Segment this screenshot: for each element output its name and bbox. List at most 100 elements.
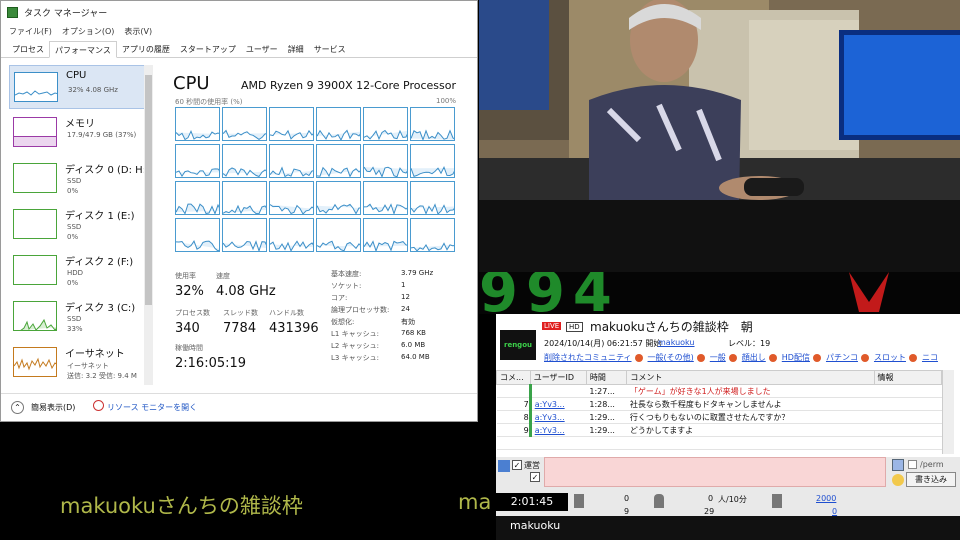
comment-info: 運 <box>874 384 942 398</box>
visitor-count: 0 <box>708 494 714 503</box>
logical-processor-graph <box>410 144 455 178</box>
resource-scrollbar[interactable] <box>144 65 153 385</box>
category-tag[interactable]: パチンコ <box>826 353 858 362</box>
tab-performance[interactable]: パフォーマンス <box>49 41 117 58</box>
menu-file[interactable]: ファイル(F) <box>9 26 52 37</box>
logical-processor-graph <box>363 181 408 215</box>
post-button[interactable]: 書き込み <box>906 472 956 487</box>
comment-info <box>874 410 942 424</box>
tab-users[interactable]: ユーザー <box>241 41 283 58</box>
empty-cell <box>586 436 627 450</box>
fewer-details-link[interactable]: 簡易表示(D) <box>31 402 75 413</box>
overlay-title: makuokuさんちの雑談枠 <box>60 494 303 518</box>
comment-number <box>496 384 531 398</box>
tag-remove-icon[interactable] <box>812 353 821 362</box>
thread-count-label: スレッド数 <box>223 309 258 317</box>
spec-label: 基本速度: <box>331 270 362 278</box>
title-bar: タスク マネージャー <box>1 1 477 23</box>
category-tag[interactable]: スロット <box>874 353 906 362</box>
tab-services[interactable]: サービス <box>309 41 351 58</box>
comment-row[interactable]: 7 a:Yv3... 1:28... 社長なら数千程度もドタキャンしませんよ <box>496 397 942 411</box>
comment-input[interactable] <box>544 457 886 487</box>
menu-options[interactable]: オプション(O) <box>62 26 115 37</box>
resource-disk3[interactable]: ディスク 3 (C:) SSD 33% <box>9 295 149 339</box>
memory-sparkline <box>13 117 57 147</box>
resource-detail: 17.9/47.9 GB (37%) <box>67 131 137 139</box>
comment-scrollbar[interactable] <box>942 370 954 454</box>
spec-value: 1 <box>401 281 406 289</box>
viewer-icon <box>654 494 664 508</box>
tag-remove-icon[interactable] <box>634 353 643 362</box>
comment-number: 8 <box>496 410 531 424</box>
speed-label: 速度 <box>216 272 230 280</box>
anonymous-checkbox[interactable]: ✓ <box>530 472 540 482</box>
logical-processor-graph <box>222 107 267 141</box>
col-time[interactable]: 時間 <box>585 370 628 385</box>
count-b: 9 <box>624 507 630 516</box>
list-icon[interactable] <box>498 460 510 472</box>
resource-cpu[interactable]: CPU 32% 4.08 GHz <box>9 65 149 109</box>
spec-value: 6.0 MB <box>401 341 426 349</box>
tag-remove-icon[interactable] <box>728 353 737 362</box>
tag-remove-icon[interactable] <box>860 353 869 362</box>
pencil-icon[interactable] <box>892 459 904 471</box>
spec-label: L1 キャッシュ: <box>331 330 379 338</box>
category-tag[interactable]: 削除されたコミュニティ <box>544 353 632 362</box>
process-count-label: プロセス数 <box>175 309 210 317</box>
comment-time: 1:27... <box>586 384 627 398</box>
col-info[interactable]: 情報 <box>873 370 943 385</box>
category-tag[interactable]: ニコ <box>922 353 938 362</box>
comment-row[interactable]: 1:27... 「ゲーム」が好きな1人が来場しました運 <box>496 384 942 398</box>
resource-memory[interactable]: メモリ 17.9/47.9 GB (37%) <box>9 111 149 155</box>
tab-processes[interactable]: プロセス <box>7 41 49 58</box>
logical-processor-grid <box>175 107 457 255</box>
logical-processor-graph <box>222 181 267 215</box>
resource-disk0[interactable]: ディスク 0 (D: H:) SSD 0% <box>9 157 150 201</box>
comment-text: どうかしてますよ <box>626 423 875 437</box>
resource-name: ディスク 1 (E:) <box>65 211 135 222</box>
empty-cell <box>530 436 587 450</box>
open-resource-monitor-link[interactable]: リソース モニターを開く <box>107 402 197 413</box>
category-tag[interactable]: 一般 <box>710 353 726 362</box>
col-comment[interactable]: コメント <box>626 370 875 385</box>
tab-startup[interactable]: スタートアップ <box>175 41 241 58</box>
category-tag[interactable]: 顔出し <box>742 353 766 362</box>
cpu-detail-panel: CPU AMD Ryzen 9 3900X 12-Core Processor … <box>161 63 476 393</box>
usage-label: 使用率 <box>175 272 196 280</box>
comment-row[interactable]: 9 a:Yv3... 1:29... どうかしてますよ <box>496 423 942 437</box>
logical-processor-graph <box>316 181 361 215</box>
comment-user-id: a:Yv3... <box>528 397 587 411</box>
tag-remove-icon[interactable] <box>696 353 705 362</box>
footer-bar: ⌃ 簡易表示(D) リソース モニターを開く <box>1 393 477 421</box>
comment-user-id: a:Yv3... <box>528 410 587 424</box>
ad-points[interactable]: 2000 <box>816 494 836 503</box>
resource-disk2[interactable]: ディスク 2 (F:) HDD 0% <box>9 249 149 293</box>
category-tag[interactable]: HD配信 <box>782 353 810 362</box>
tab-details[interactable]: 詳細 <box>283 41 309 58</box>
perm-checkbox[interactable] <box>908 460 917 469</box>
tab-app-history[interactable]: アプリの履歴 <box>117 41 175 58</box>
spec-label: L2 キャッシュ: <box>331 342 379 350</box>
smiley-icon[interactable] <box>892 474 904 486</box>
col-number[interactable]: コメ... <box>496 370 531 385</box>
owner-link[interactable]: makuoku <box>658 338 695 347</box>
resource-ethernet[interactable]: イーサネット イーサネット 送信: 3.2 受信: 9.4 M <box>9 341 149 385</box>
operator-checkbox[interactable]: ✓ <box>512 460 522 470</box>
col-user-id[interactable]: ユーザーID <box>529 370 587 385</box>
scroll-thumb[interactable] <box>145 75 152 305</box>
resource-disk1[interactable]: ディスク 1 (E:) SSD 0% <box>9 203 149 247</box>
category-tag[interactable]: 一般(その他) <box>648 353 694 362</box>
tag-remove-icon[interactable] <box>908 353 917 362</box>
spec-value: 768 KB <box>401 329 426 337</box>
logical-processor-graph <box>175 144 220 178</box>
chevron-up-icon[interactable]: ⌃ <box>11 401 24 414</box>
gift-points[interactable]: 0 <box>832 507 837 516</box>
comment-icon <box>574 494 584 508</box>
menu-view[interactable]: 表示(V) <box>124 26 152 37</box>
comment-info <box>874 397 942 411</box>
live-badge: LIVE <box>542 322 562 330</box>
tag-remove-icon[interactable] <box>768 353 777 362</box>
comment-row[interactable]: 8 a:Yv3... 1:29... 行くつもりもないのに取置させたんですか？ <box>496 410 942 424</box>
resource-type: イーサネット <box>67 362 109 370</box>
cpu-model: AMD Ryzen 9 3900X 12-Core Processor <box>241 79 456 92</box>
